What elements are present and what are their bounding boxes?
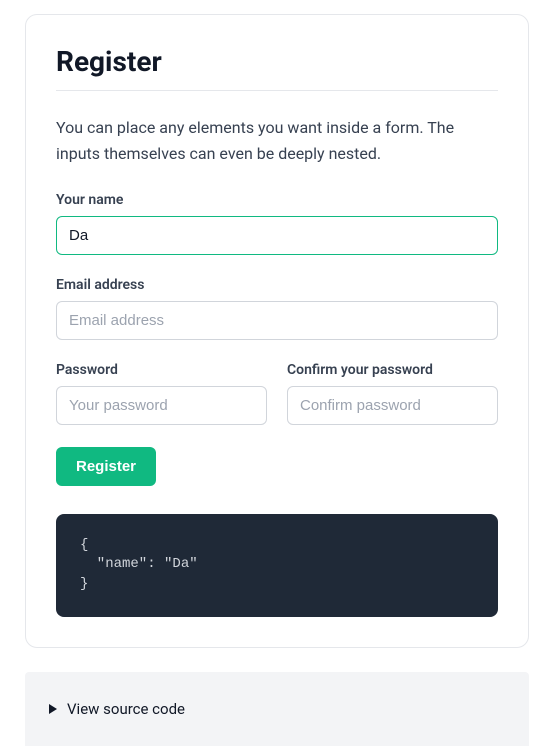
confirm-password-field-group: Confirm your password: [287, 362, 498, 425]
password-input[interactable]: [56, 386, 267, 425]
password-label: Password: [56, 362, 267, 378]
view-source-label: View source code: [67, 700, 185, 718]
email-field-group: Email address: [56, 277, 498, 340]
confirm-password-input[interactable]: [287, 386, 498, 425]
register-button[interactable]: Register: [56, 447, 156, 486]
password-row: Password Confirm your password: [56, 362, 498, 447]
page-title: Register: [56, 45, 498, 91]
register-card: Register You can place any elements you …: [25, 14, 529, 648]
code-output: { "name": "Da" }: [56, 514, 498, 617]
form-description: You can place any elements you want insi…: [56, 115, 498, 168]
name-input[interactable]: [56, 216, 498, 255]
disclosure-triangle-icon: [49, 704, 57, 714]
email-input[interactable]: [56, 301, 498, 340]
source-code-panel: View source code: [25, 672, 529, 746]
email-label: Email address: [56, 277, 498, 293]
confirm-password-label: Confirm your password: [287, 362, 498, 378]
name-field-group: Your name: [56, 192, 498, 255]
view-source-toggle[interactable]: View source code: [49, 700, 505, 718]
password-field-group: Password: [56, 362, 267, 425]
name-label: Your name: [56, 192, 498, 208]
